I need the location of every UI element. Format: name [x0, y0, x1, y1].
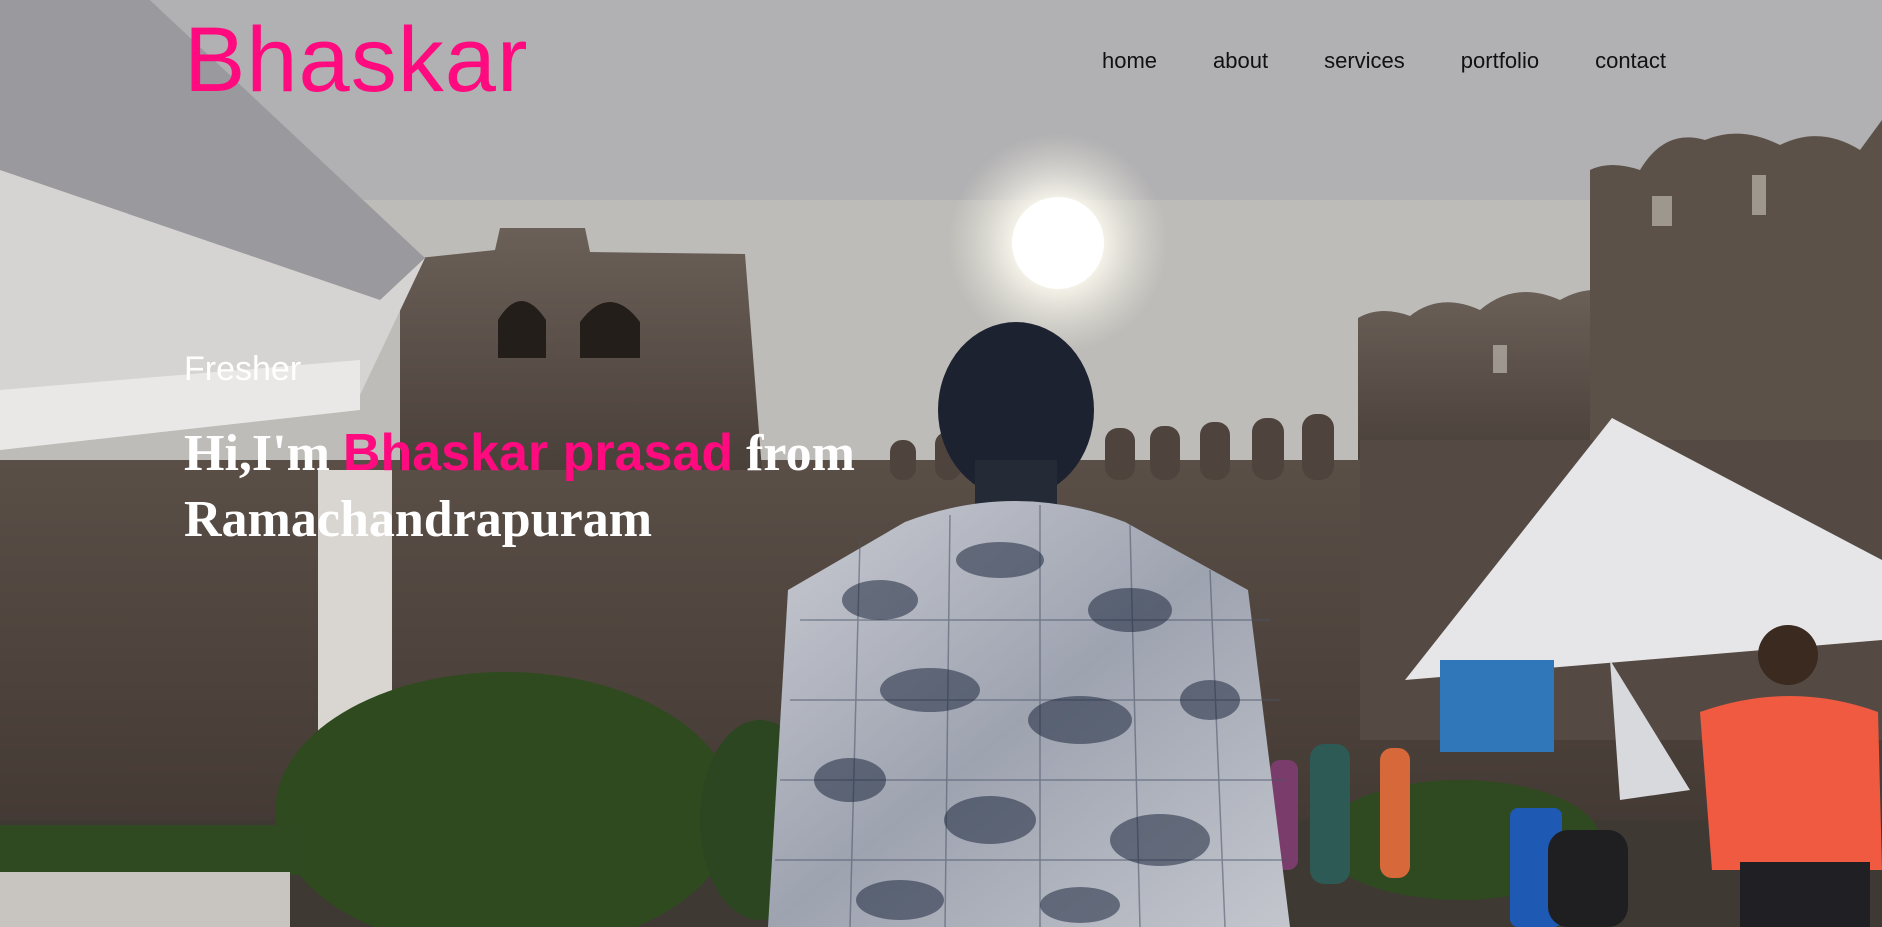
nav-link-portfolio[interactable]: portfolio: [1461, 50, 1539, 72]
nav-link-home[interactable]: home: [1102, 50, 1157, 72]
hero-headline: Hi,I'm Bhaskar prasad from Ramachandrapur…: [184, 420, 964, 553]
site-logo[interactable]: Bhaskar: [184, 14, 529, 106]
hero-greeting: Hi,I'm: [184, 425, 330, 482]
hero-from: from: [746, 425, 855, 482]
nav-link-about[interactable]: about: [1213, 50, 1268, 72]
hero-place: Ramachandrapuram: [184, 491, 653, 548]
main-nav: home about services portfolio contact: [1102, 50, 1666, 72]
nav-link-services[interactable]: services: [1324, 50, 1405, 72]
nav-link-contact[interactable]: contact: [1595, 50, 1666, 72]
hero-subtitle: Fresher: [184, 350, 302, 388]
hero-name: Bhaskar prasad: [342, 424, 734, 482]
